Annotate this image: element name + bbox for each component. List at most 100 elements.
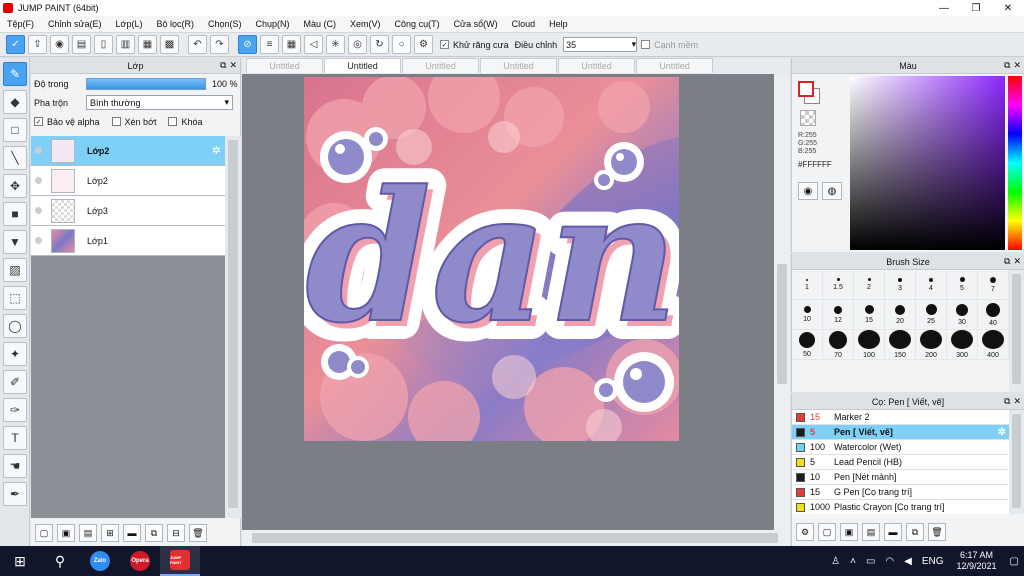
visibility-toggle-icon[interactable] [35, 177, 42, 184]
layer-row[interactable]: Lớp2 ✲ [31, 136, 225, 166]
bucket-tool-icon[interactable]: ▼ [3, 230, 27, 254]
menu-select[interactable]: Chọn(S) [201, 19, 249, 29]
menu-capture[interactable]: Chụp(N) [249, 19, 297, 29]
select-pen-tool-icon[interactable]: ✐ [3, 370, 27, 394]
brush-list-item[interactable]: 100 Watercolor (Wet) [792, 440, 1009, 455]
folder-icon[interactable]: ▬ [884, 523, 902, 541]
speech-bubble-icon[interactable]: ◉ [50, 35, 69, 54]
fill-rect-tool-icon[interactable]: ■ [3, 202, 27, 226]
new-brush-icon[interactable]: ▢ [818, 523, 836, 541]
layer-row[interactable]: Lớp1 [31, 226, 225, 256]
menu-color[interactable]: Màu (C) [297, 19, 344, 29]
settings-icon[interactable]: ⚙ [796, 523, 814, 541]
copy-brush-icon[interactable]: ▤ [862, 523, 880, 541]
battery-icon[interactable]: ▭ [866, 556, 875, 567]
palette-icon[interactable]: ◉ [798, 182, 818, 200]
snap-vanish-icon[interactable]: ◁ [304, 35, 323, 54]
brush-size-option[interactable]: 400 [978, 330, 1009, 360]
close-button[interactable]: ✕ [992, 0, 1024, 16]
document-tab[interactable]: Untitled [636, 58, 713, 73]
visibility-toggle-icon[interactable] [35, 147, 42, 154]
wifi-icon[interactable]: ◠ [885, 556, 894, 567]
rectangle-tool-icon[interactable]: □ [3, 118, 27, 142]
layer-row[interactable]: Lớp3 [31, 196, 225, 226]
protect-alpha-checkbox[interactable]: ✓ [34, 117, 43, 126]
line-tool-icon[interactable]: ╲ [3, 146, 27, 170]
brush-list-item[interactable]: 1000 Plastic Crayon [Cọ trang trí] [792, 500, 1009, 514]
taskbar-app-jumppaint[interactable]: JUMP PAINT [160, 546, 200, 576]
page-icon[interactable]: ▯ [94, 35, 113, 54]
gear-icon[interactable]: ✲ [998, 427, 1006, 438]
transparent-color-swatch[interactable] [800, 110, 816, 126]
taskbar-app-opera[interactable]: Opera [120, 546, 160, 576]
lock-checkbox[interactable] [168, 117, 178, 126]
menu-layer[interactable]: Lớp(L) [109, 19, 150, 29]
foreground-color-swatch[interactable] [798, 81, 814, 97]
cloud-sync-icon[interactable]: ✓ [6, 35, 25, 54]
layer-row[interactable]: Lớp2 [31, 166, 225, 196]
brush-list-item[interactable]: 15 G Pen [Cọ trang trí] [792, 485, 1009, 500]
brush-tool-icon[interactable]: ✎ [3, 62, 27, 86]
panel-close-icon[interactable]: ✕ [229, 60, 237, 71]
text-tool-icon[interactable]: T [3, 426, 27, 450]
lasso-tool-icon[interactable]: ◯ [3, 314, 27, 338]
brush-size-option[interactable]: 200 [916, 330, 947, 360]
trash-icon[interactable]: 🗑 [928, 523, 946, 541]
brush-size-option[interactable]: 4 [916, 270, 947, 300]
hue-slider[interactable] [1008, 76, 1022, 250]
visibility-toggle-icon[interactable] [35, 237, 42, 244]
canvas-vertical-scrollbar[interactable] [774, 74, 790, 530]
layout-icon[interactable]: ▦ [138, 35, 157, 54]
panel-float-icon[interactable]: ⧉ [1004, 396, 1010, 407]
duplicate-brush-icon[interactable]: ⧉ [906, 523, 924, 541]
brush-size-option[interactable]: 50 [792, 330, 823, 360]
menu-cloud[interactable]: Cloud [505, 19, 543, 29]
brush-size-option[interactable]: 100 [854, 330, 885, 360]
eraser-tool-icon[interactable]: ◆ [3, 90, 27, 114]
snap-radial-icon[interactable]: ✳ [326, 35, 345, 54]
document-tab[interactable]: Untitled [246, 58, 323, 73]
drawing-canvas[interactable]: dan dan dan [304, 77, 679, 441]
snap-circle-icon[interactable]: ◎ [348, 35, 367, 54]
brush-size-option[interactable]: 30 [947, 300, 978, 330]
notification-icon[interactable]: ▢ [1010, 556, 1019, 567]
brush-size-option[interactable]: 40 [978, 300, 1009, 330]
document-tab[interactable]: Untitled [402, 58, 479, 73]
brush-list-item[interactable]: 15 Marker 2 [792, 410, 1009, 425]
snap-curve-icon[interactable]: ↻ [370, 35, 389, 54]
panel-float-icon[interactable]: ⧉ [1004, 60, 1010, 71]
gear-icon[interactable]: ✲ [212, 144, 221, 157]
snap-parallel-icon[interactable]: ≡ [260, 35, 279, 54]
brush-size-option[interactable]: 10 [792, 300, 823, 330]
saturation-value-picker[interactable] [850, 76, 1005, 250]
snap-grid-icon[interactable]: ▦ [282, 35, 301, 54]
comment-icon[interactable]: ▤ [72, 35, 91, 54]
document-tab[interactable]: Untitled [480, 58, 557, 73]
menu-window[interactable]: Cửa sổ(W) [447, 19, 505, 29]
blend-mode-select[interactable]: Bình thường ▾ [86, 95, 233, 110]
menu-edit[interactable]: Chỉnh sửa(E) [41, 19, 109, 29]
magic-wand-tool-icon[interactable]: ✦ [3, 342, 27, 366]
brush-list-item[interactable]: 5 Lead Pencil (HB) [792, 455, 1009, 470]
snap-off-icon[interactable]: ⊘ [238, 35, 257, 54]
minimize-button[interactable]: — [928, 0, 960, 16]
brush-size-option[interactable]: 1 [792, 270, 823, 300]
layer-scrollbar[interactable] [225, 136, 241, 518]
brush-size-option[interactable]: 1.5 [823, 270, 854, 300]
soft-edge-checkbox[interactable] [641, 40, 651, 49]
maximize-button[interactable]: ❐ [960, 0, 992, 16]
adjust-input[interactable]: 35 ▾ [563, 37, 638, 52]
grid-settings-icon[interactable]: ▩ [160, 35, 179, 54]
panel-close-icon[interactable]: ✕ [1013, 60, 1021, 71]
brush-list-scrollbar[interactable] [1009, 410, 1024, 514]
select-rect-tool-icon[interactable]: ⬚ [3, 286, 27, 310]
brush-list-item[interactable]: 10 Pen [Nét mảnh] [792, 470, 1009, 485]
visibility-toggle-icon[interactable] [35, 207, 42, 214]
snap-settings-icon[interactable]: ⚙ [414, 35, 433, 54]
new-layer-icon[interactable]: ▢ [35, 524, 53, 542]
select-eraser-tool-icon[interactable]: ✑ [3, 398, 27, 422]
brush-size-scrollbar[interactable] [1009, 270, 1024, 392]
brush-size-option[interactable]: 15 [854, 300, 885, 330]
new-text-layer-icon[interactable]: ▤ [79, 524, 97, 542]
hand-tool-icon[interactable]: ☚ [3, 454, 27, 478]
